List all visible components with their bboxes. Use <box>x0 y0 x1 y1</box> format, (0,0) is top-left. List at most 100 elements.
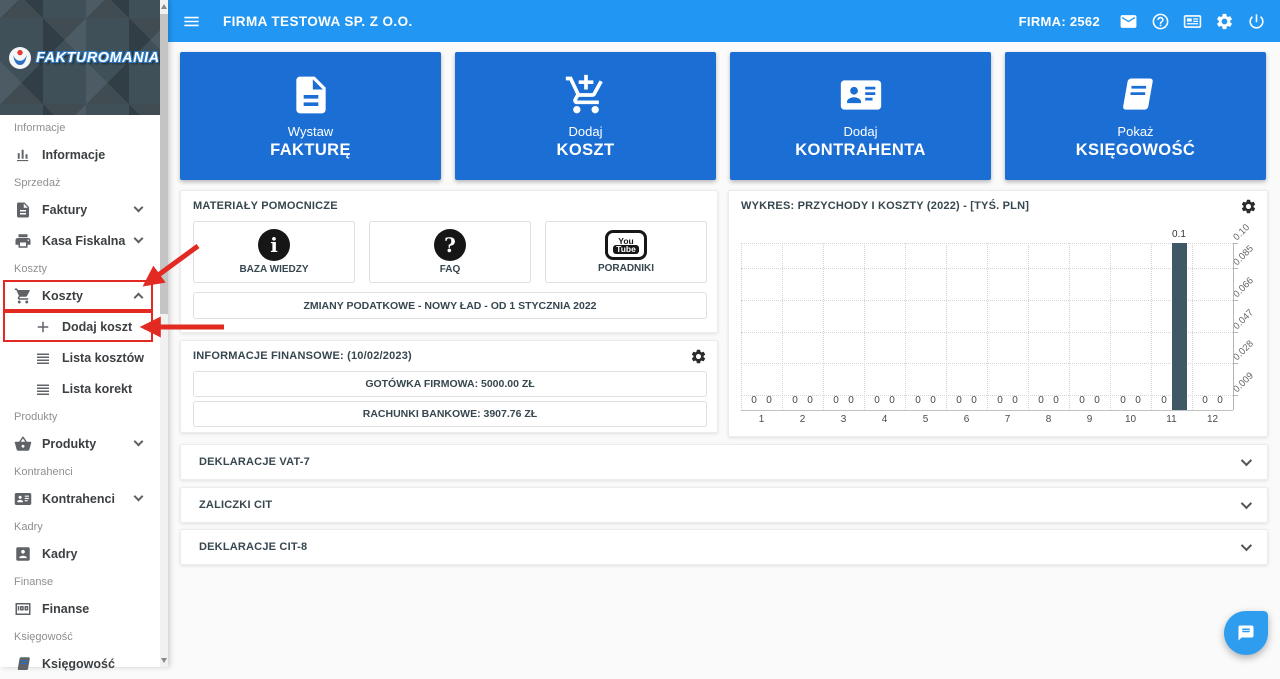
sidebar-item-lista-koszt-w[interactable]: Lista kosztów <box>0 342 160 373</box>
vat7-accordion[interactable]: DEKLARACJE VAT-7 <box>180 444 1268 480</box>
zero-value-label: 0 <box>828 395 844 406</box>
faq-tile[interactable]: ? FAQ <box>369 221 531 283</box>
add-cost-button[interactable]: Dodaj KOSZT <box>455 52 716 180</box>
sidebar-section-label: Księgowość <box>0 624 160 648</box>
scrollbar-down-arrow[interactable] <box>161 658 167 663</box>
button-line1: Wystaw <box>288 124 333 139</box>
sidebar-item-label: Kasa Fiskalna <box>42 234 125 248</box>
logo[interactable]: FAKTUROMANIA <box>0 0 160 115</box>
zero-value-label: 0 <box>787 395 803 406</box>
book-icon <box>1114 72 1158 118</box>
knowledge-base-tile[interactable]: i BAZA WIEDZY <box>193 221 355 283</box>
sidebar-section-label: Kadry <box>0 514 160 538</box>
button-line1: Dodaj <box>844 124 878 139</box>
x-tick-label: 5 <box>915 414 937 425</box>
sidebar-item-dodaj-koszt[interactable]: Dodaj koszt <box>0 311 160 342</box>
sidebar-item-koszty[interactable]: Koszty <box>0 280 160 311</box>
youtube-icon: YouTube <box>605 230 647 260</box>
chevron-down-icon <box>134 203 144 213</box>
sidebar-item-informacje[interactable]: Informacje <box>0 139 160 170</box>
cash-register-icon <box>14 232 32 250</box>
grid-line-v <box>1028 243 1029 410</box>
sidebar-item-label: Kontrahenci <box>42 492 115 506</box>
sidebar-section-label: Kontrahenci <box>0 459 160 483</box>
scrollbar-thumb[interactable] <box>160 14 168 314</box>
zero-value-label: 0 <box>884 395 900 406</box>
tax-changes-banner[interactable]: ZMIANY PODATKOWE - NOWY ŁAD - OD 1 STYCZ… <box>193 292 707 319</box>
sidebar-item-ksi-gowo-[interactable]: Księgowość <box>0 648 160 679</box>
help-icon[interactable] <box>1151 12 1170 31</box>
x-tick-label: 2 <box>792 414 814 425</box>
y-axis-line <box>1233 243 1234 410</box>
zero-value-label: 0 <box>802 395 818 406</box>
cart-plus-icon <box>564 72 608 118</box>
list-icon <box>34 380 52 398</box>
button-line2: KSIĘGOWOŚĆ <box>1076 141 1196 160</box>
sidebar-item-faktury[interactable]: Faktury <box>0 194 160 225</box>
person-badge-icon <box>14 545 32 563</box>
grid-line-v <box>946 243 947 410</box>
scrollbar-up-arrow[interactable] <box>161 4 167 9</box>
contact-card-icon <box>839 72 883 118</box>
tutorials-tile[interactable]: YouTube PORADNIKI <box>545 221 707 283</box>
zero-value-label: 0 <box>843 395 859 406</box>
chart-settings-icon[interactable] <box>1240 198 1257 215</box>
chart-card: WYKRES: PRZYCHODY I KOSZTY (2022) - [TYŚ… <box>728 190 1268 437</box>
sidebar-menu: InformacjeInformacjeSprzedażFakturyKasa … <box>0 115 160 679</box>
x-tick-label: 3 <box>833 414 855 425</box>
zero-value-label: 0 <box>746 395 762 406</box>
sidebar-item-finanse[interactable]: Finanse <box>0 593 160 624</box>
button-line2: KONTRAHENTA <box>795 141 926 160</box>
grid-line-v <box>823 243 824 410</box>
x-tick-label: 9 <box>1079 414 1101 425</box>
zero-value-label: 0 <box>1197 395 1213 406</box>
sidebar-item-lista-korekt[interactable]: Lista korekt <box>0 373 160 404</box>
x-tick-label: 10 <box>1120 414 1142 425</box>
x-tick-label: 4 <box>874 414 896 425</box>
info-icon: i <box>258 229 290 261</box>
zero-value-label: 0 <box>1033 395 1049 406</box>
settings-icon[interactable] <box>1215 12 1234 31</box>
materials-title: MATERIAŁY POMOCNICZE <box>193 200 705 212</box>
news-icon[interactable] <box>1183 12 1202 31</box>
bar-value-label: 0.1 <box>1166 229 1192 240</box>
sidebar-section-label: Produkty <box>0 404 160 428</box>
cash-row: GOTÓWKA FIRMOWA: 5000.00 ZŁ <box>193 371 707 397</box>
money-icon <box>14 600 32 618</box>
sidebar-item-label: Lista korekt <box>62 382 132 396</box>
power-icon[interactable] <box>1247 12 1266 31</box>
zero-value-label: 0 <box>1156 395 1172 406</box>
zero-value-label: 0 <box>869 395 885 406</box>
finance-settings-icon[interactable] <box>690 348 707 365</box>
sidebar-item-kadry[interactable]: Kadry <box>0 538 160 569</box>
cit8-accordion[interactable]: DEKLARACJE CIT-8 <box>180 529 1268 565</box>
x-tick-label: 7 <box>997 414 1019 425</box>
chat-widget-button[interactable] <box>1224 611 1268 655</box>
y-axis-tick-label: 0.066 <box>1231 275 1256 300</box>
y-axis-tick-label: 0.028 <box>1231 339 1256 364</box>
sidebar-item-kontrahenci[interactable]: Kontrahenci <box>0 483 160 514</box>
chevron-down-icon <box>134 492 144 502</box>
y-axis-tick-label: 0.009 <box>1231 370 1256 395</box>
materials-card: MATERIAŁY POMOCNICZE i BAZA WIEDZY ? FAQ… <box>180 190 718 333</box>
bar-koszty <box>1172 243 1187 410</box>
topbar: FIRMA TESTOWA SP. Z O.O. FIRMA: 2562 <box>168 0 1280 42</box>
chevron-down-icon <box>1241 455 1252 466</box>
cit-advances-accordion[interactable]: ZALICZKI CIT <box>180 487 1268 523</box>
main-content: Wystaw FAKTURĘ Dodaj KOSZT Dodaj KONTRAH… <box>168 42 1280 667</box>
add-contractor-button[interactable]: Dodaj KONTRAHENTA <box>730 52 991 180</box>
issue-invoice-button[interactable]: Wystaw FAKTURĘ <box>180 52 441 180</box>
sidebar: FAKTUROMANIA InformacjeInformacjeSprzeda… <box>0 0 168 667</box>
sidebar-item-kasa-fiskalna[interactable]: Kasa Fiskalna <box>0 225 160 256</box>
sidebar-item-produkty[interactable]: Produkty <box>0 428 160 459</box>
mail-icon[interactable] <box>1119 12 1138 31</box>
menu-icon[interactable] <box>182 12 201 31</box>
sidebar-item-label: Produkty <box>42 437 96 451</box>
chart-title: WYKRES: PRZYCHODY I KOSZTY (2022) - [TYŚ… <box>741 200 1255 212</box>
sidebar-scrollbar[interactable] <box>160 0 168 667</box>
x-tick-label: 12 <box>1202 414 1224 425</box>
zero-value-label: 0 <box>992 395 1008 406</box>
chevron-up-icon <box>134 293 144 303</box>
show-accounting-button[interactable]: Pokaż KSIĘGOWOŚĆ <box>1005 52 1266 180</box>
accordion-label: DEKLARACJE VAT-7 <box>199 456 310 468</box>
